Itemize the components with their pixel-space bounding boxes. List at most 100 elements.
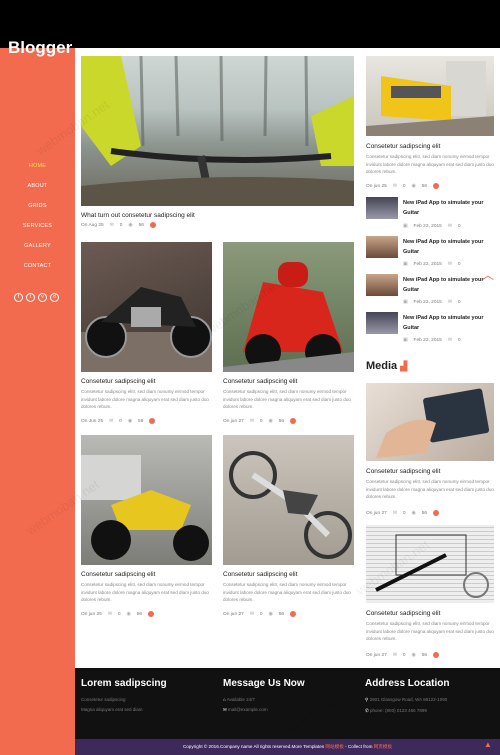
post-title[interactable]: Consetetur sadipscing elit: [223, 571, 297, 578]
footer-col-about: Lorem sadipscing Consetetur sadipscing M…: [81, 678, 167, 712]
comment-icon: ✉: [447, 300, 452, 305]
media-post-title[interactable]: Consetetur sadipscing elit: [366, 610, 440, 617]
nav-services[interactable]: SERVICES: [0, 216, 75, 236]
view-icon: ◉: [268, 611, 273, 617]
post-excerpt: Consetetur sadipscing elitr, sed diam no…: [81, 582, 209, 602]
comment-count: 0: [457, 224, 461, 229]
collect-text: - Collect from: [345, 744, 373, 749]
home-icon: ⌂: [223, 697, 226, 702]
share-icon[interactable]: [290, 418, 297, 424]
featured-image[interactable]: [81, 56, 354, 206]
post-image-yellow-bike[interactable]: [81, 435, 212, 565]
share-icon[interactable]: [433, 652, 440, 658]
comment-icon: ✉: [249, 611, 254, 617]
post-meta: On Jun 25 ✉ 0 ◉ 56: [81, 418, 156, 424]
view-icon: ◉: [411, 510, 416, 516]
post-date: Feb 22, 2015: [413, 224, 442, 229]
view-icon: ◉: [411, 183, 416, 189]
comment-count: 0: [402, 510, 406, 516]
view-icon: ◉: [268, 418, 273, 424]
back-to-top-icon[interactable]: ▲: [484, 740, 492, 749]
share-icon[interactable]: [433, 510, 440, 516]
comment-count: 0: [402, 183, 406, 189]
small-post-title[interactable]: New iPad App to simulate your Guitar: [403, 275, 493, 295]
nav-grids[interactable]: GRIDS: [0, 196, 75, 216]
comment-count: 0: [259, 418, 263, 424]
thumb-keyboard[interactable]: [366, 312, 398, 334]
small-post-title[interactable]: New iPad App to simulate your Guitar: [403, 198, 493, 218]
footer-heading: Address Location: [365, 678, 450, 689]
top-bar: [0, 0, 500, 48]
nav-about[interactable]: ABOUT: [0, 176, 75, 196]
share-icon[interactable]: [290, 611, 297, 617]
share-icon[interactable]: [149, 418, 156, 424]
nav-home[interactable]: HOME: [0, 156, 75, 176]
media-post-title[interactable]: Consetetur sadipscing elit: [366, 468, 440, 475]
small-post-title[interactable]: New iPad App to simulate your Guitar: [403, 313, 493, 333]
footer-heading: Lorem sadipscing: [81, 678, 167, 689]
post-title[interactable]: Consetetur sadipscing elit: [223, 378, 297, 385]
tram-graphic: [366, 61, 494, 136]
post-title[interactable]: Consetetur sadipscing elit: [81, 378, 155, 385]
footer: Lorem sadipscing Consetetur sadipscing M…: [75, 668, 500, 739]
thumb-portrait[interactable]: [366, 236, 398, 258]
comment-icon: ✉: [447, 262, 452, 267]
scroll-up-icon[interactable]: ︿: [482, 266, 494, 283]
footer-email[interactable]: mail@example.com: [228, 707, 268, 712]
share-icon[interactable]: [433, 183, 440, 189]
comment-count: 0: [457, 262, 461, 267]
small-post-meta: ▣ Feb 22, 2015 ✉ 0: [403, 262, 461, 267]
comment-count: 0: [457, 338, 461, 343]
site-logo[interactable]: Blogger: [8, 38, 72, 58]
sidebar-post-title[interactable]: Consetetur sadipscing elit: [366, 143, 440, 150]
small-post-title[interactable]: New iPad App to simulate your Guitar: [403, 237, 493, 257]
media-image-newspaper[interactable]: [366, 525, 494, 603]
social-links: f t v d: [14, 293, 59, 302]
post-excerpt: Consetetur sadipscing elitr, sed diam no…: [223, 582, 351, 602]
post-date: On jun 27: [366, 510, 387, 516]
footer-phone: phone: (800) 0123 456 7899: [370, 708, 427, 713]
twitter-icon[interactable]: t: [26, 293, 35, 302]
calendar-icon: ▣: [403, 338, 408, 343]
location-icon: ⚲: [365, 697, 369, 702]
post-image-chopper[interactable]: [223, 435, 354, 565]
post-date: Feb 22, 2015: [413, 338, 442, 343]
collect-link[interactable]: 网页模板: [374, 744, 392, 749]
nav-contact[interactable]: CONTACT: [0, 256, 75, 276]
yellow-bike-graphic: [81, 455, 209, 561]
view-icon: ◉: [128, 222, 133, 228]
nav-gallery[interactable]: GALLERY: [0, 236, 75, 256]
templates-link[interactable]: 网站模板: [325, 744, 343, 749]
dribbble-icon[interactable]: d: [50, 293, 59, 302]
share-icon[interactable]: [148, 611, 155, 617]
thumb-keyboard[interactable]: [366, 197, 398, 219]
media-image-tablet[interactable]: [366, 383, 494, 461]
post-meta: On jun 27 ✉ 0 ◉ 56: [223, 418, 297, 424]
footer-line: ⌂ Available 24/7: [223, 697, 305, 702]
thumb-portrait[interactable]: [366, 274, 398, 296]
share-icon[interactable]: [149, 222, 156, 228]
media-post-meta: On jun 27 ✉ 0 ◉ 56: [366, 510, 440, 516]
post-image-motorcycle[interactable]: [81, 242, 212, 372]
post-date: On Jun 25: [81, 418, 104, 424]
newspaper-graphic: [375, 534, 489, 598]
media-post-excerpt: Consetetur sadipscing elitr, sed diam no…: [366, 621, 494, 641]
media-heading: Media ▟: [366, 360, 407, 372]
post-title[interactable]: Consetetur sadipscing elit: [81, 571, 155, 578]
post-date: On jun 27: [223, 418, 244, 424]
post-title[interactable]: What turn out consetetur sadipscing elit: [81, 212, 195, 219]
sidebar-image-tram[interactable]: [366, 56, 494, 136]
view-count: 56: [421, 510, 428, 516]
post-image-race-bike[interactable]: [223, 242, 354, 372]
comment-count: 0: [402, 652, 406, 658]
post-date: On jun 25: [81, 611, 102, 617]
calendar-icon: ▣: [403, 300, 408, 305]
media-post-meta: On jun 27 ✉ 0 ◉ 56: [366, 652, 440, 658]
footer-availability: Available 24/7: [226, 697, 255, 702]
main-nav: HOME ABOUT GRIDS SERVICES GALLERY CONTAC…: [0, 156, 75, 276]
comment-icon: ✉: [447, 224, 452, 229]
sidebar: Blogger HOME ABOUT GRIDS SERVICES GALLER…: [0, 38, 75, 755]
footer-heading: Message Us Now: [223, 678, 305, 689]
facebook-icon[interactable]: f: [14, 293, 23, 302]
vimeo-icon[interactable]: v: [38, 293, 47, 302]
